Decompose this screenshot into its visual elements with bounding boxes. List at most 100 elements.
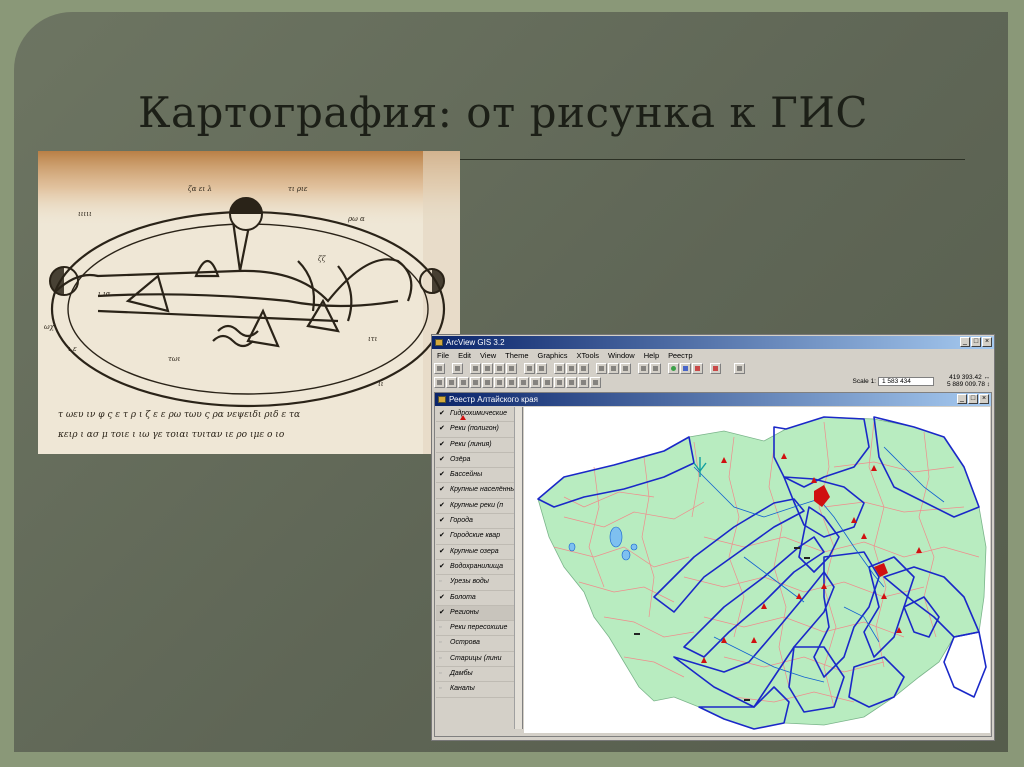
locate-button[interactable] xyxy=(536,363,547,374)
zoom-out-button[interactable] xyxy=(620,363,631,374)
toc-layer[interactable]: ✔ Регионы xyxy=(436,605,522,622)
menu-window[interactable]: Window xyxy=(608,350,635,362)
layer-checkbox[interactable]: ✔ xyxy=(439,456,446,463)
create-chart-button[interactable] xyxy=(668,363,679,374)
toc-layer[interactable]: ✔ Городские квар xyxy=(436,529,522,545)
view-minimize-button[interactable]: _ xyxy=(957,394,967,404)
toc-layer[interactable]: ✔ Озёра xyxy=(436,453,522,469)
svg-text:τωι: τωι xyxy=(168,355,181,363)
menu-file[interactable]: File xyxy=(437,350,449,362)
text-tool[interactable] xyxy=(554,377,565,388)
add-theme-button[interactable] xyxy=(452,363,463,374)
manuscript-text-line-1: τ ωευ ιν φ ς ε τ ρ ι ζ ε ε ρω τωυ ς ρα ν… xyxy=(58,410,300,420)
map-display[interactable] xyxy=(524,407,990,733)
layout-button[interactable] xyxy=(680,363,691,374)
label-tool[interactable] xyxy=(542,377,553,388)
layer-checkbox[interactable]: ✔ xyxy=(439,563,446,570)
zoom-in-tool[interactable] xyxy=(470,377,481,388)
layer-checkbox[interactable]: ✔ xyxy=(439,548,446,555)
layer-checkbox[interactable]: ✔ xyxy=(439,594,446,601)
layer-checkbox[interactable]: ✔ xyxy=(439,609,446,616)
svg-text:ι ια: ι ια xyxy=(98,290,111,298)
menu-help[interactable]: Help xyxy=(644,350,659,362)
draw-line-tool[interactable] xyxy=(578,377,589,388)
edit-legend-button[interactable] xyxy=(482,363,493,374)
view-close-button[interactable]: × xyxy=(979,394,989,404)
layer-checkbox[interactable]: ✔ xyxy=(439,486,446,493)
zoom-full-button[interactable] xyxy=(566,363,577,374)
menu-edit[interactable]: Edit xyxy=(458,350,471,362)
toc-layer[interactable]: ✔ Города xyxy=(436,514,522,530)
layer-checkbox[interactable]: ✔ xyxy=(439,410,446,417)
layer-checkbox[interactable]: ✔ xyxy=(439,441,446,448)
graphics-button[interactable] xyxy=(692,363,703,374)
toc-layer[interactable]: ✔ Крупные озера xyxy=(436,545,522,560)
save-project-button[interactable] xyxy=(434,363,445,374)
menu-theme[interactable]: Theme xyxy=(505,350,528,362)
toc-layer[interactable]: ✔ Бассейны xyxy=(436,468,522,484)
toc-layer[interactable]: ✔ Крупные реки (п xyxy=(436,499,522,515)
layer-checkbox[interactable]: ▫ xyxy=(439,655,446,662)
identify-tool[interactable] xyxy=(434,377,445,388)
layer-checkbox[interactable]: ▫ xyxy=(439,639,446,646)
hotlink-button[interactable] xyxy=(506,363,517,374)
toc-layer[interactable]: ✔ Гидрохимические xyxy=(436,407,522,423)
layer-checkbox[interactable]: ✔ xyxy=(439,517,446,524)
area-of-interest-tool[interactable] xyxy=(530,377,541,388)
query-builder-button[interactable] xyxy=(554,363,565,374)
menu-view[interactable]: View xyxy=(480,350,496,362)
zoom-previous-button[interactable] xyxy=(638,363,649,374)
find-button[interactable] xyxy=(524,363,535,374)
toc-scrollbar[interactable] xyxy=(514,407,522,729)
layer-checkbox[interactable]: ▫ xyxy=(439,685,446,692)
draw-dropdown-tool[interactable] xyxy=(590,377,601,388)
toc-layer[interactable]: ✔ Крупные населённые xyxy=(436,483,522,499)
draw-point-tool[interactable] xyxy=(566,377,577,388)
layer-checkbox[interactable]: ✔ xyxy=(439,532,446,539)
toc-layer[interactable]: ▫ Дамбы xyxy=(436,667,522,683)
scale-input[interactable]: 1 583 434 xyxy=(878,377,934,386)
toc-layer[interactable]: ▫ Острова xyxy=(436,636,522,652)
zoom-selected-button[interactable] xyxy=(596,363,607,374)
view-maximize-button[interactable]: □ xyxy=(968,394,978,404)
toc-layer[interactable]: ▫ Урезы воды xyxy=(436,575,522,591)
layer-label: Регионы xyxy=(450,608,479,616)
zoom-in-button[interactable] xyxy=(608,363,619,374)
minimize-button[interactable]: _ xyxy=(960,337,970,347)
toc-layer[interactable]: ▫ Каналы xyxy=(436,682,522,698)
theme-properties-button[interactable] xyxy=(470,363,481,374)
layer-checkbox[interactable]: ▫ xyxy=(439,624,446,631)
vertex-edit-tool[interactable] xyxy=(458,377,469,388)
close-button[interactable]: × xyxy=(982,337,992,347)
layer-checkbox[interactable]: ✔ xyxy=(439,471,446,478)
arcview-titlebar[interactable]: ArcView GIS 3.2 _ □ × xyxy=(432,336,994,349)
layer-checkbox[interactable]: ✔ xyxy=(439,502,446,509)
maximize-button[interactable]: □ xyxy=(971,337,981,347)
toc-layer[interactable]: ▫ Реки пересохшие xyxy=(436,621,522,637)
manuscript-map-image: ιιιιι ζα ει λ τι ριε ρω α ωχ ιτι τωι ι ια ζζ ι… xyxy=(38,151,460,454)
svg-text:ζα ει λ: ζα ει λ xyxy=(188,185,212,193)
view-titlebar[interactable]: Реестр Алтайского края _ □ × xyxy=(435,393,991,406)
toc-layer[interactable]: ✔ Водохранилища xyxy=(436,560,522,576)
layer-checkbox[interactable]: ▫ xyxy=(439,670,446,677)
pan-tool[interactable] xyxy=(494,377,505,388)
layer-checkbox[interactable]: ✔ xyxy=(439,425,446,432)
toc-layer[interactable]: ✔ Реки (линия) xyxy=(436,438,522,453)
open-table-button[interactable] xyxy=(494,363,505,374)
zoom-out-tool[interactable] xyxy=(482,377,493,388)
svg-text:ιτι: ιτι xyxy=(368,335,378,343)
layer-checkbox[interactable]: ▫ xyxy=(439,578,446,585)
menu-xtools[interactable]: XTools xyxy=(577,350,600,362)
hotlink-tool[interactable] xyxy=(518,377,529,388)
toc-layer[interactable]: ▫ Старицы (лини xyxy=(436,652,522,668)
select-features-button[interactable] xyxy=(650,363,661,374)
toc-layer[interactable]: ✔ Болота xyxy=(436,591,522,606)
menu-graphics[interactable]: Graphics xyxy=(538,350,568,362)
zoom-active-button[interactable] xyxy=(578,363,589,374)
help-button[interactable] xyxy=(734,363,745,374)
measure-tool[interactable] xyxy=(506,377,517,388)
toc-layer[interactable]: ✔ Реки (полигон) xyxy=(436,422,522,438)
pointer-tool[interactable] xyxy=(446,377,457,388)
tool-red-button[interactable] xyxy=(710,363,721,374)
menu-registry[interactable]: Реестр xyxy=(668,350,692,362)
